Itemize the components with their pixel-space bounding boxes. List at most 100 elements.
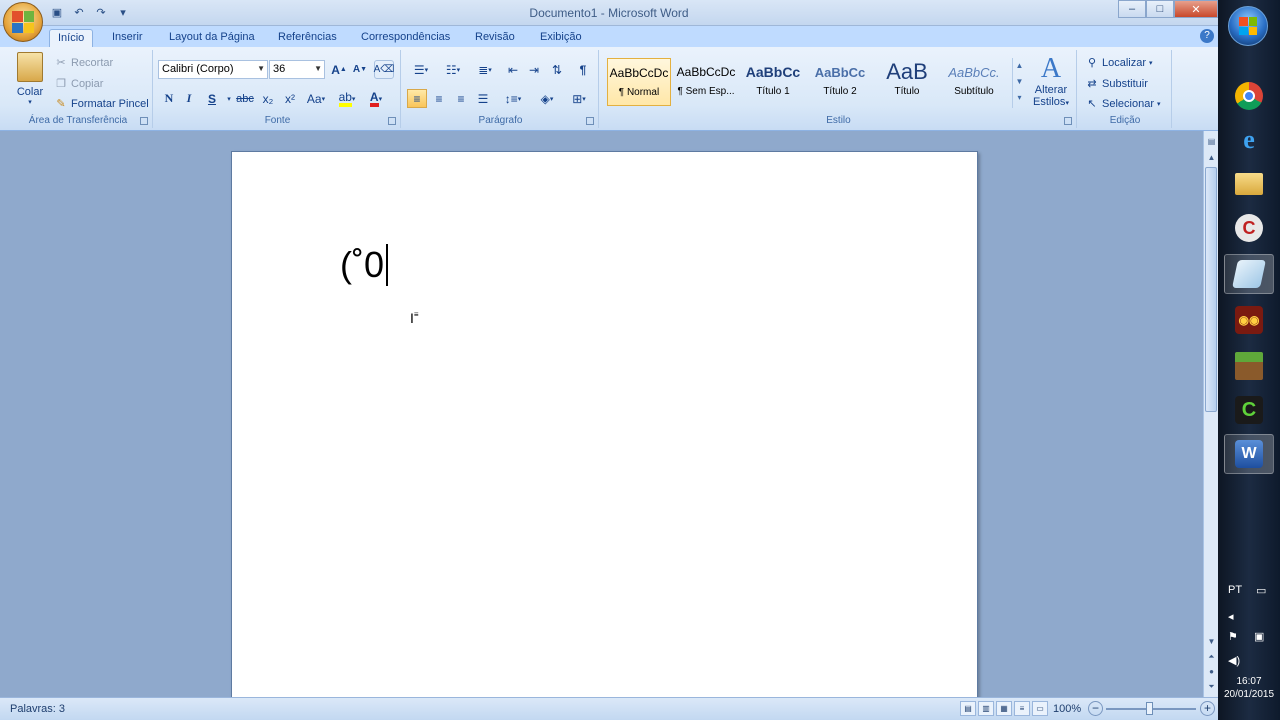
document-page[interactable]: (˚0 I≡ — [231, 151, 978, 711]
taskbar-internet-explorer[interactable]: e — [1224, 120, 1274, 160]
taskbar-chrome[interactable] — [1224, 76, 1274, 116]
paste-button[interactable]: Colar ▾ — [10, 52, 50, 108]
style-heading-1[interactable]: AaBbCc Título 1 — [741, 58, 805, 106]
web-layout-icon[interactable]: ▦ — [996, 701, 1012, 716]
show-formatting-button[interactable]: ¶ — [573, 60, 593, 79]
system-clock[interactable]: 16:07 20/01/2015 — [1218, 675, 1280, 701]
cut-button[interactable]: ✂ Recortar — [54, 54, 113, 72]
print-layout-view-icon[interactable]: ▤ — [960, 701, 976, 716]
style-title[interactable]: AaB Título — [875, 58, 939, 106]
full-screen-reading-icon[interactable]: ▥ — [978, 701, 994, 716]
start-button[interactable] — [1228, 6, 1268, 46]
superscript-button[interactable]: x² — [280, 89, 300, 108]
replace-button[interactable]: ⇄ Substituir — [1085, 75, 1147, 93]
ruler-toggle-icon[interactable]: ▤ — [1204, 134, 1219, 149]
volume-icon[interactable]: ◀) — [1228, 654, 1240, 667]
style-heading-2[interactable]: AaBbCc Título 2 — [808, 58, 872, 106]
tab-layout-da-pagina[interactable]: Layout da Página — [161, 29, 263, 47]
show-hidden-icons-icon[interactable]: ◂ — [1228, 610, 1234, 623]
find-button[interactable]: ⚲ Localizar ▾ — [1085, 54, 1153, 72]
previous-page-icon[interactable]: ⏶ — [1204, 649, 1219, 664]
chevron-up-icon[interactable]: ▲ — [1013, 58, 1026, 74]
subscript-button[interactable]: x₂ — [258, 89, 278, 108]
style-subtitle[interactable]: AaBbCc. Subtítulo — [942, 58, 1006, 106]
clear-formatting-button[interactable]: A⌫ — [374, 60, 394, 79]
zoom-out-icon[interactable]: − — [1088, 701, 1103, 716]
highlight-color-button[interactable]: ab ▾ — [334, 89, 360, 108]
scroll-up-icon[interactable]: ▲ — [1204, 150, 1219, 165]
font-name-combo[interactable]: Calibri (Corpo) ▼ — [158, 60, 268, 79]
borders-button[interactable]: ⊞ ▾ — [565, 89, 593, 108]
increase-indent-button[interactable]: ⇥ — [524, 60, 544, 79]
style-normal[interactable]: AaBbCcDc ¶ Normal — [607, 58, 671, 106]
align-left-button[interactable]: ≡ — [407, 89, 427, 108]
sort-button[interactable]: ⇅ — [547, 60, 567, 79]
justify-button[interactable]: ☰ — [473, 89, 493, 108]
change-case-button[interactable]: Aa ▾ — [303, 89, 329, 108]
tab-exibicao[interactable]: Exibição — [532, 29, 590, 47]
draft-view-icon[interactable]: ▭ — [1032, 701, 1048, 716]
vertical-scrollbar[interactable]: ▤ ▲ ▼ ⏶ ● ⏷ — [1203, 131, 1218, 697]
font-dialog-launcher-icon[interactable] — [388, 117, 396, 125]
italic-button[interactable]: I — [179, 89, 199, 108]
style-no-spacing[interactable]: AaBbCcDc ¶ Sem Esp... — [674, 58, 738, 106]
grow-font-button[interactable]: A ▲ — [329, 60, 349, 79]
action-center-flag-icon[interactable]: ⚑ — [1228, 630, 1238, 643]
help-icon[interactable]: ? — [1200, 29, 1214, 43]
scroll-down-icon[interactable]: ▼ — [1204, 634, 1219, 649]
taskbar-camtasia[interactable]: C — [1224, 390, 1274, 430]
decrease-indent-button[interactable]: ⇤ — [503, 60, 523, 79]
format-painter-button[interactable]: ✎ Formatar Pincel — [54, 95, 148, 113]
bullets-button[interactable]: ☰ ▾ — [407, 60, 435, 79]
tab-referencias[interactable]: Referências — [270, 29, 345, 47]
folder-icon — [1235, 173, 1263, 195]
taskbar-notepad[interactable] — [1224, 254, 1274, 294]
chevron-down-icon[interactable]: ▼ — [1013, 74, 1026, 90]
office-button[interactable] — [3, 2, 43, 42]
numbering-button[interactable]: ☷ ▾ — [439, 60, 467, 79]
keyboard-icon[interactable]: ▭ — [1256, 584, 1266, 597]
zoom-in-icon[interactable]: + — [1200, 701, 1215, 716]
styles-dialog-launcher-icon[interactable] — [1064, 117, 1072, 125]
taskbar-ccleaner[interactable]: C — [1224, 208, 1274, 248]
tab-revisao[interactable]: Revisão — [467, 29, 523, 47]
copy-button[interactable]: ❐ Copiar — [54, 75, 103, 93]
clipboard-dialog-launcher-icon[interactable] — [140, 117, 148, 125]
change-styles-button[interactable]: A Alterar Estilos▾ — [1029, 54, 1073, 109]
font-color-button[interactable]: A ▾ — [363, 89, 389, 108]
zoom-slider-thumb[interactable] — [1146, 702, 1153, 715]
styles-gallery-scroll[interactable]: ▲ ▼ ▾ — [1012, 58, 1026, 108]
multilevel-list-button[interactable]: ≣ ▾ — [471, 60, 499, 79]
tab-correspondencias[interactable]: Correspondências — [353, 29, 458, 47]
scroll-thumb[interactable] — [1205, 167, 1217, 412]
document-text[interactable]: (˚0 — [340, 244, 388, 286]
language-indicator[interactable]: PT — [1228, 584, 1242, 596]
shrink-font-button[interactable]: A ▼ — [350, 60, 370, 79]
close-button[interactable]: ✕ — [1174, 0, 1218, 18]
next-page-icon[interactable]: ⏷ — [1204, 679, 1219, 694]
strikethrough-button[interactable]: abc — [235, 89, 255, 108]
taskbar-file-explorer[interactable] — [1224, 164, 1274, 204]
paragraph-dialog-launcher-icon[interactable] — [586, 117, 594, 125]
align-center-button[interactable]: ≡ — [429, 89, 449, 108]
tab-inserir[interactable]: Inserir — [104, 29, 151, 47]
network-icon[interactable]: ▣ — [1254, 630, 1264, 643]
shading-button[interactable]: ◈ ▾ — [533, 89, 561, 108]
line-spacing-button[interactable]: ↕≡ ▾ — [499, 89, 527, 108]
bold-button[interactable]: N — [159, 89, 179, 108]
select-button[interactable]: ↖ Selecionar ▾ — [1085, 95, 1160, 113]
align-right-button[interactable]: ≡ — [451, 89, 471, 108]
browse-object-icon[interactable]: ● — [1204, 664, 1219, 679]
tab-inicio[interactable]: Início — [49, 29, 94, 47]
word-count[interactable]: Palavras: 3 — [10, 703, 65, 715]
taskbar-word[interactable]: W — [1224, 434, 1274, 474]
font-size-combo[interactable]: 36 ▼ — [269, 60, 325, 79]
outline-view-icon[interactable]: ≡ — [1014, 701, 1030, 716]
clock-time: 16:07 — [1236, 676, 1262, 687]
gallery-more-icon[interactable]: ▾ — [1013, 90, 1026, 106]
minimize-button[interactable]: – — [1118, 0, 1146, 18]
taskbar-fnaf[interactable]: ◉◉ — [1224, 300, 1274, 340]
zoom-level[interactable]: 100% — [1053, 703, 1081, 715]
taskbar-minecraft[interactable] — [1224, 346, 1274, 386]
maximize-button[interactable]: □ — [1146, 0, 1174, 18]
